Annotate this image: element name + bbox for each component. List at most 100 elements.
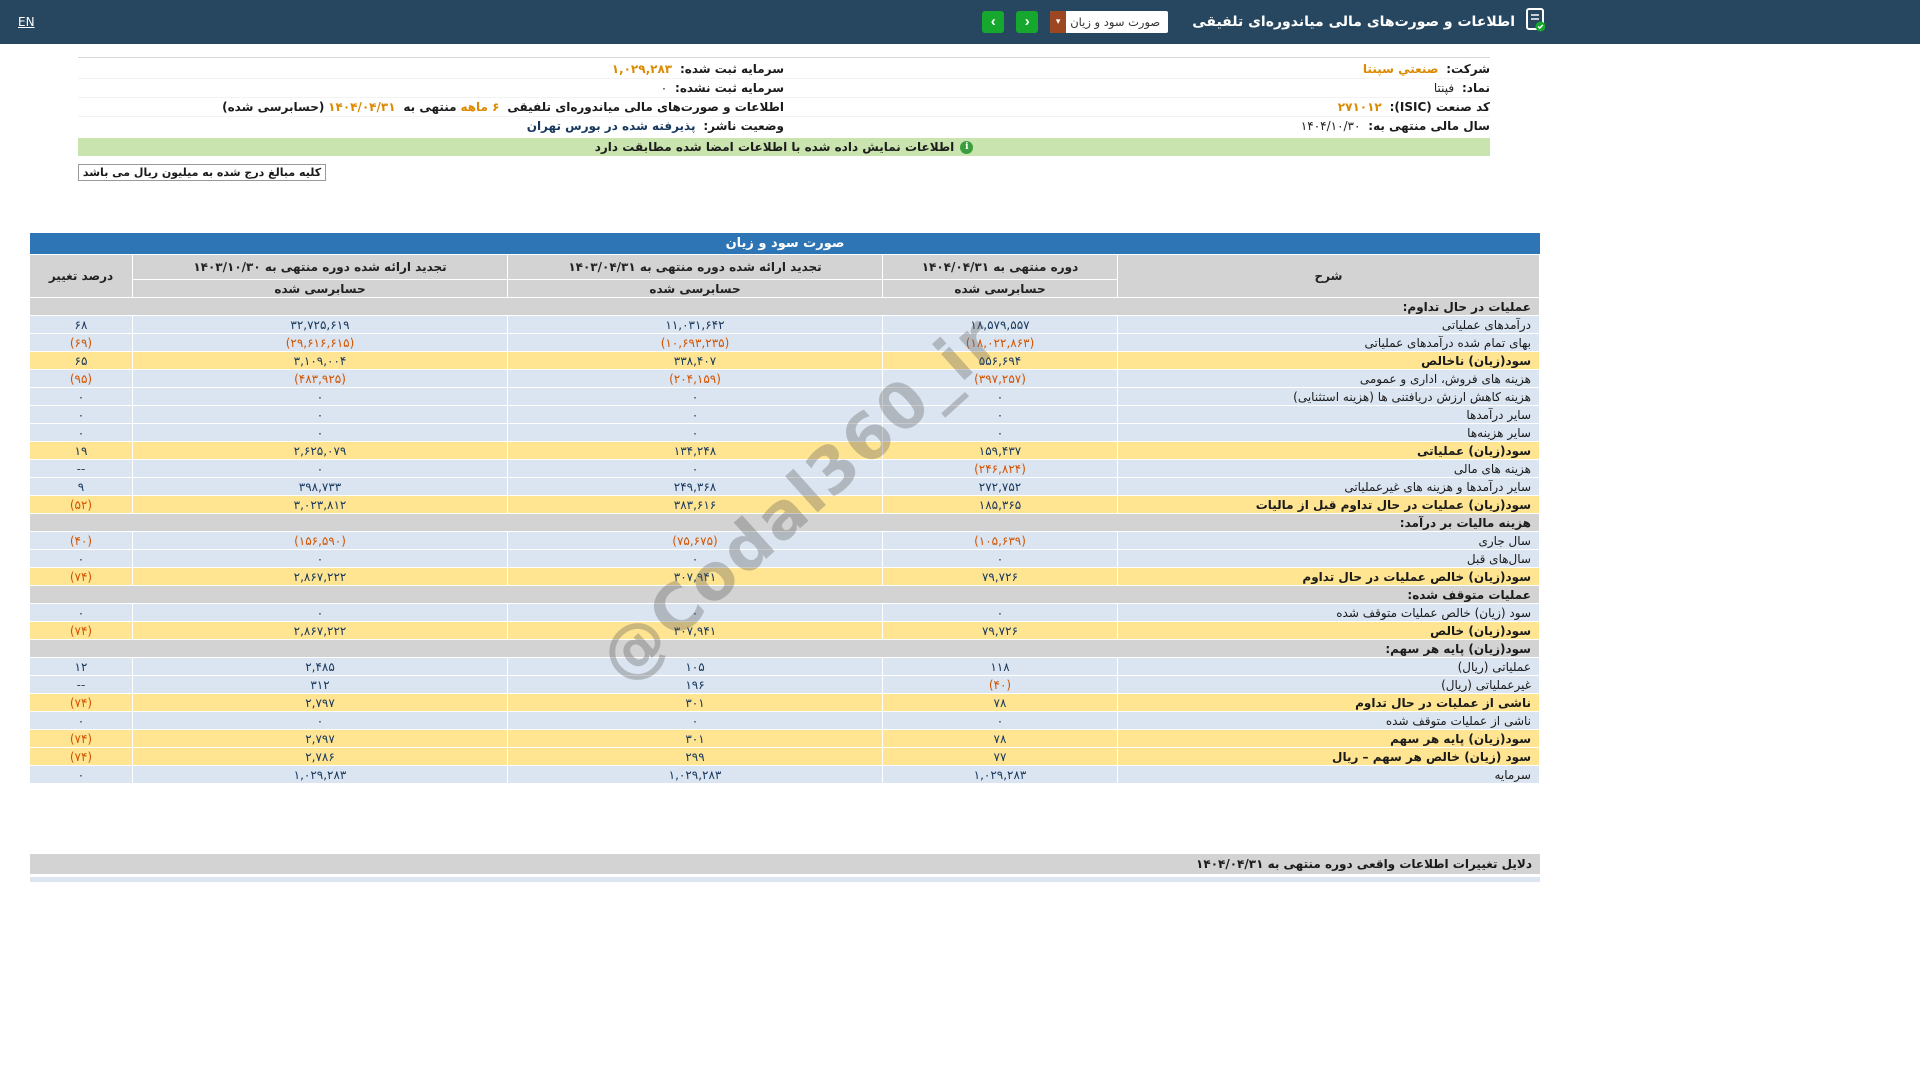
period2-value: ۰: [508, 388, 883, 406]
row-label: سود(زیان) خالص: [1118, 622, 1540, 640]
change-percent-value: ۶۸: [30, 316, 133, 334]
income-statement-table: شرح دوره منتهی به ۱۴۰۴/۰۴/۳۱ تجدید ارائه…: [29, 254, 1540, 784]
company-value: صنعتي سپنتا: [1363, 62, 1439, 76]
row-label: هزینه های مالی: [1118, 460, 1540, 478]
period1-value: ۷۹,۷۲۶: [883, 568, 1118, 586]
currency-unit-note: کلیه مبالغ درج شده به میلیون ریال می باش…: [78, 164, 326, 181]
period1-value: (۳۹۷,۲۵۷): [883, 370, 1118, 388]
change-percent-value: ۰: [30, 712, 133, 730]
row-label: سال‌های قبل: [1118, 550, 1540, 568]
period1-value: ۷۷: [883, 748, 1118, 766]
period3-value: ۰: [133, 388, 508, 406]
table-row: سود(زیان) عملیاتی۱۵۹,۴۳۷۱۳۴,۲۴۸۲,۶۲۵,۰۷۹…: [30, 442, 1540, 460]
row-label: ناشی از عملیات در حال تداوم: [1118, 694, 1540, 712]
subheader-audited-period1: حسابرسی شده: [883, 280, 1118, 298]
period3-value: (۲۹,۶۱۶,۶۱۵): [133, 334, 508, 352]
period2-value: ۰: [508, 424, 883, 442]
row-label: سود(زیان) ناخالص: [1118, 352, 1540, 370]
change-percent-value: (۷۴): [30, 622, 133, 640]
period2-value: ۱۰۵: [508, 658, 883, 676]
top-navigation-bar: EN اطلاعات و صورت‌های مالی میاندوره‌ای ت…: [0, 0, 1920, 44]
period1-value: ۰: [883, 712, 1118, 730]
period3-value: (۱۵۶,۵۹۰): [133, 532, 508, 550]
chevron-down-icon: ▾: [1050, 11, 1066, 33]
change-percent-value: (۹۵): [30, 370, 133, 388]
period1-value: ۰: [883, 406, 1118, 424]
registered-capital-value: ۱,۰۲۹,۲۸۳: [612, 62, 672, 76]
fiscal-year-label: سال مالی منتهی به:: [1368, 119, 1490, 133]
change-percent-value: --: [30, 460, 133, 478]
period3-value: ۱,۰۲۹,۲۸۳: [133, 766, 508, 784]
table-row: سرمایه۱,۰۲۹,۲۸۳۱,۰۲۹,۲۸۳۱,۰۲۹,۲۸۳۰: [30, 766, 1540, 784]
period2-value: ۲۹۹: [508, 748, 883, 766]
change-percent-value: ۰: [30, 766, 133, 784]
period2-value: ۰: [508, 604, 883, 622]
period3-value: ۲,۴۸۵: [133, 658, 508, 676]
column-header-period1: دوره منتهی به ۱۴۰۴/۰۴/۳۱: [883, 255, 1118, 280]
table-row: سود(زیان) پایه هر سهم۷۸۳۰۱۲,۷۹۷(۷۴): [30, 730, 1540, 748]
period3-value: ۲,۸۶۷,۲۲۲: [133, 622, 508, 640]
interim-months: ۶ ماهه: [460, 100, 499, 114]
period2-value: (۲۰۴,۱۵۹): [508, 370, 883, 388]
period1-value: ۱,۰۲۹,۲۸۳: [883, 766, 1118, 784]
period3-value: ۳۱۲: [133, 676, 508, 694]
period2-value: ۳۰۱: [508, 730, 883, 748]
table-row: سال جاری(۱۰۵,۶۳۹)(۷۵,۶۷۵)(۱۵۶,۵۹۰)(۴۰): [30, 532, 1540, 550]
row-label: سود(زیان) عملیاتی: [1118, 442, 1540, 460]
period3-value: ۲,۸۶۷,۲۲۲: [133, 568, 508, 586]
period2-value: ۱۹۶: [508, 676, 883, 694]
table-section-row: هزینه مالیات بر درآمد:: [30, 514, 1540, 532]
table-section-row: عملیات متوقف شده:: [30, 586, 1540, 604]
period1-value: ۰: [883, 550, 1118, 568]
row-label: سود (زیان) خالص عملیات متوقف شده: [1118, 604, 1540, 622]
period3-value: ۰: [133, 712, 508, 730]
table-row: سایر هزینه‌ها۰۰۰۰: [30, 424, 1540, 442]
signature-match-banner: i اطلاعات نمایش داده شده با اطلاعات امضا…: [78, 138, 1490, 156]
column-header-description: شرح: [1118, 255, 1540, 298]
nav-prev-button[interactable]: ›: [982, 11, 1004, 33]
fiscal-year-field: سال مالی منتهی به: ۱۴۰۴/۱۰/۳۰: [784, 117, 1490, 136]
row-label: ناشی از عملیات متوقف شده: [1118, 712, 1540, 730]
publisher-status-label: وضعیت ناشر:: [703, 119, 784, 133]
table-row: سود (زیان) خالص عملیات متوقف شده۰۰۰۰: [30, 604, 1540, 622]
period3-value: ۳,۰۲۳,۸۱۲: [133, 496, 508, 514]
period2-value: ۱,۰۲۹,۲۸۳: [508, 766, 883, 784]
row-label: هزینه های فروش، اداری و عمومی: [1118, 370, 1540, 388]
report-document-icon: [1525, 8, 1545, 36]
period1-value: ۷۸: [883, 694, 1118, 712]
table-row: ناشی از عملیات در حال تداوم۷۸۳۰۱۲,۷۹۷(۷۴…: [30, 694, 1540, 712]
period1-value: ۲۷۲,۷۵۲: [883, 478, 1118, 496]
nav-next-button[interactable]: ‹: [1016, 11, 1038, 33]
period1-value: ۷۸: [883, 730, 1118, 748]
period3-value: ۲,۷۸۶: [133, 748, 508, 766]
statement-type-select[interactable]: صورت سود و زیان ▾: [1050, 11, 1168, 33]
registered-capital-label: سرمایه ثبت شده:: [680, 62, 784, 76]
period3-value: ۲,۷۹۷: [133, 730, 508, 748]
period2-value: ۳۳۸,۴۰۷: [508, 352, 883, 370]
period3-value: ۰: [133, 406, 508, 424]
unregistered-capital-field: سرمایه ثبت نشده: ۰: [78, 79, 784, 98]
isic-value: ۲۷۱۰۱۲: [1338, 100, 1382, 114]
period2-value: ۰: [508, 550, 883, 568]
isic-field: کد صنعت (ISIC): ۲۷۱۰۱۲: [784, 98, 1490, 117]
row-label: سایر هزینه‌ها: [1118, 424, 1540, 442]
change-percent-value: ۱۹: [30, 442, 133, 460]
period1-value: ۱۱۸: [883, 658, 1118, 676]
period3-value: ۳,۱۰۹,۰۰۴: [133, 352, 508, 370]
table-row: سود(زیان) خالص عملیات در حال تداوم۷۹,۷۲۶…: [30, 568, 1540, 586]
period3-value: ۳۹۸,۷۳۳: [133, 478, 508, 496]
company-label: شرکت:: [1446, 62, 1490, 76]
period2-value: (۱۰,۶۹۳,۲۳۵): [508, 334, 883, 352]
table-row: سایر درآمدها۰۰۰۰: [30, 406, 1540, 424]
section-row-label: عملیات در حال تداوم:: [30, 298, 1540, 316]
row-label: سود(زیان) پایه هر سهم: [1118, 730, 1540, 748]
period2-value: ۲۴۹,۳۶۸: [508, 478, 883, 496]
language-toggle-en[interactable]: EN: [18, 15, 35, 29]
table-row: بهای تمام شده درآمدهای عملیاتی(۱۸,۰۲۲,۸۶…: [30, 334, 1540, 352]
change-percent-value: ۰: [30, 604, 133, 622]
column-header-change: درصد تغییر: [30, 255, 133, 298]
period2-value: ۱۳۴,۲۴۸: [508, 442, 883, 460]
company-info-grid: شرکت: صنعتي سپنتا سرمایه ثبت شده: ۱,۰۲۹,…: [78, 60, 1490, 136]
symbol-label: نماد:: [1462, 81, 1490, 95]
change-percent-value: ۰: [30, 550, 133, 568]
